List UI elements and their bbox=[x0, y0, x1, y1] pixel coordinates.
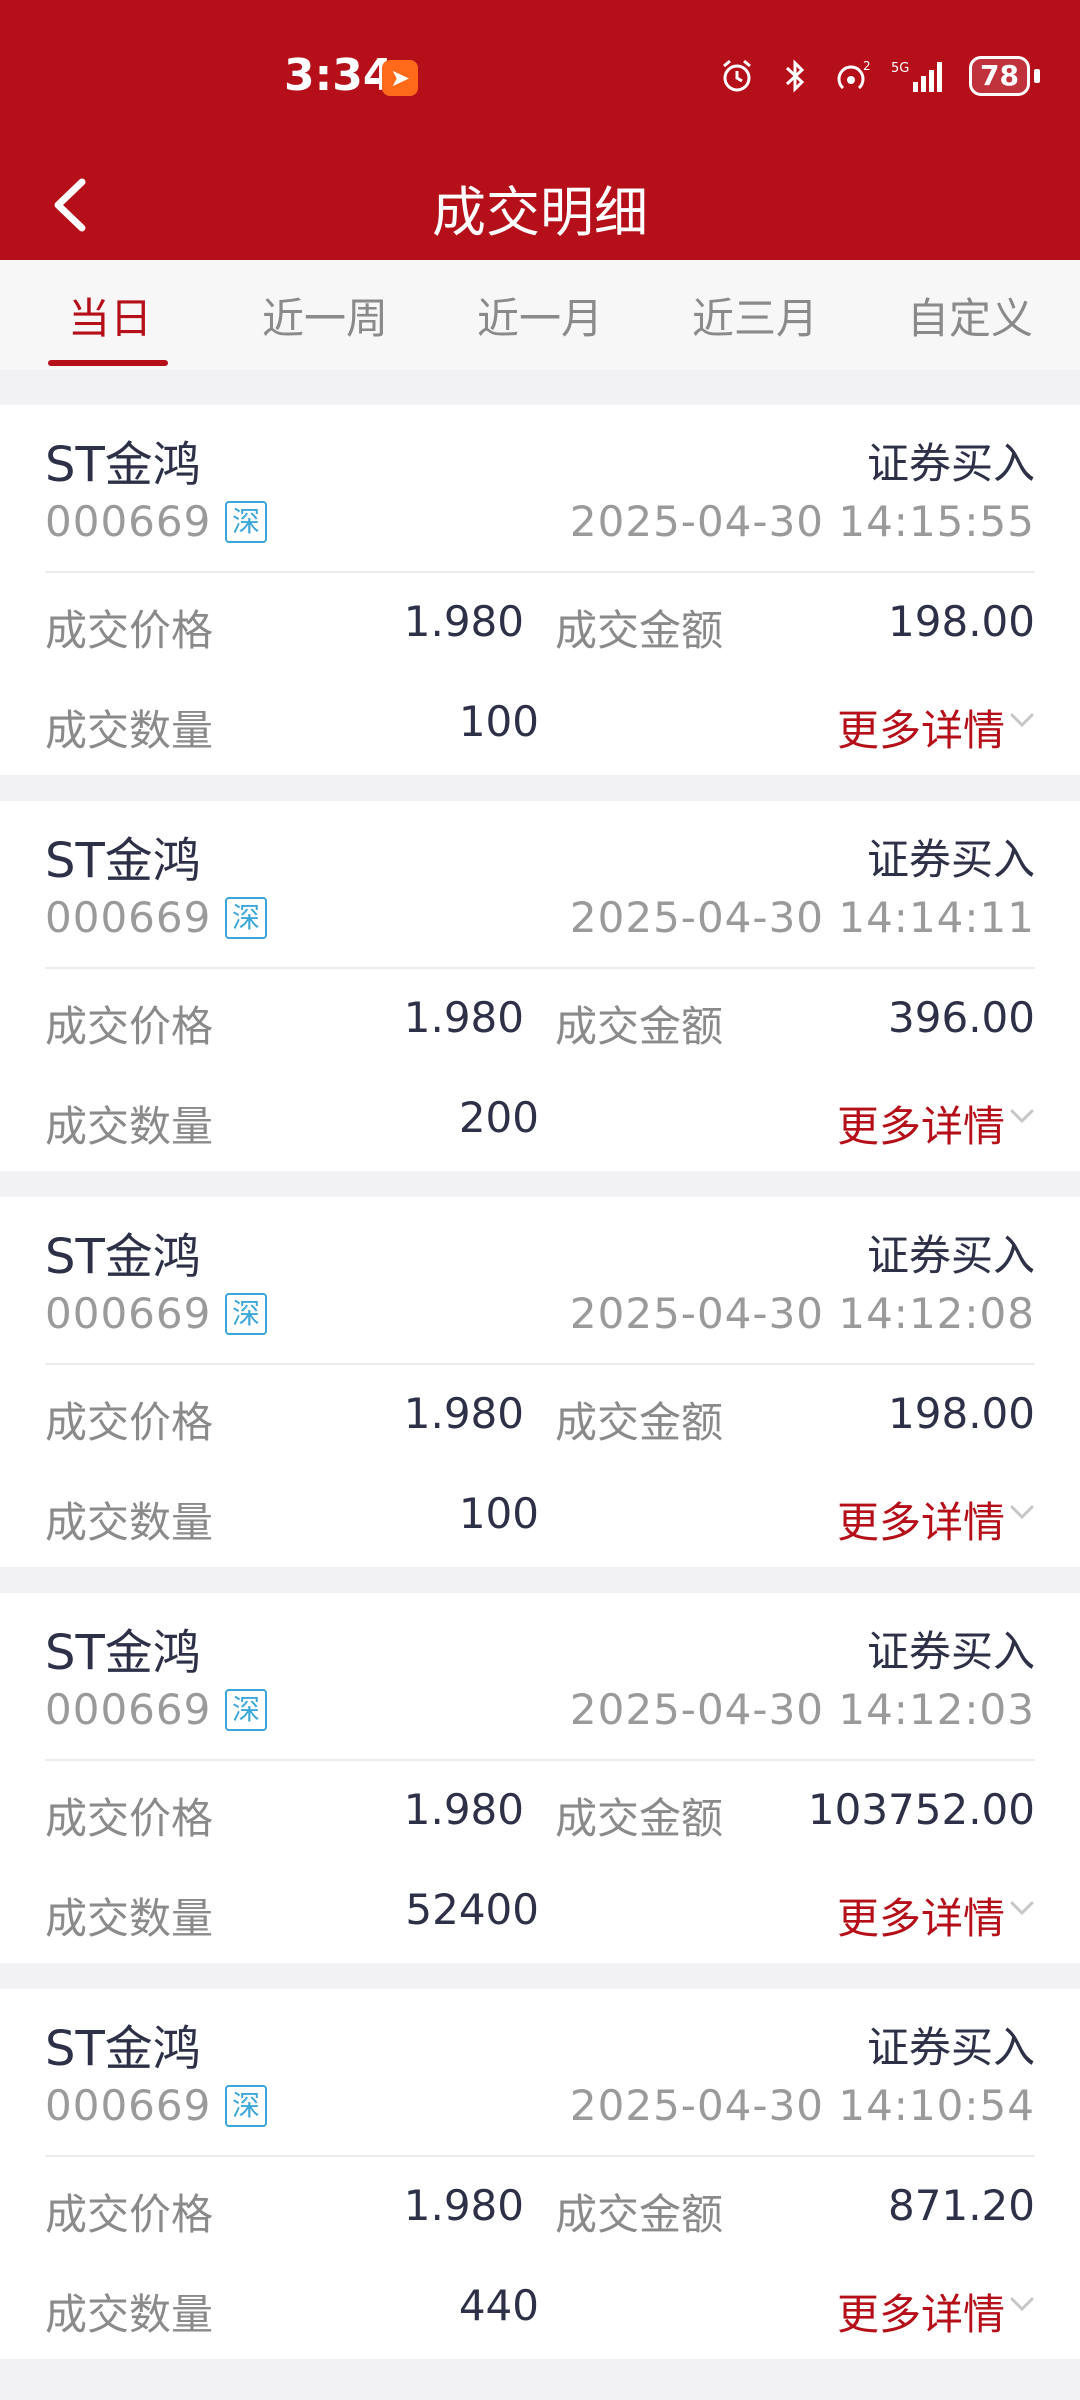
hotspot-icon: 2 bbox=[833, 56, 873, 96]
active-tab-indicator bbox=[48, 360, 168, 366]
tab-month[interactable]: 近一月 bbox=[465, 285, 615, 346]
card-divider bbox=[45, 571, 1035, 573]
divider bbox=[0, 370, 1080, 398]
more-details-link[interactable]: 更多详情 bbox=[837, 2281, 1005, 2342]
status-bar: 3:34 ➤ 2 5G 78 bbox=[0, 0, 1080, 160]
chevron-down-icon[interactable] bbox=[1004, 1893, 1040, 1923]
price-label: 成交价格 bbox=[45, 1794, 214, 1843]
header-bar: 3:34 ➤ 2 5G 78 成交明细 bbox=[0, 0, 1080, 260]
stock-code: 000669 bbox=[45, 497, 212, 546]
svg-text:2: 2 bbox=[863, 59, 871, 73]
quantity-value: 100 bbox=[458, 697, 539, 746]
battery-icon: 78 bbox=[969, 56, 1030, 96]
trade-card[interactable]: ST金鸿 000669 深 证券买入 2025-04-30 14:10:54 成… bbox=[0, 1989, 1080, 2359]
more-details-link[interactable]: 更多详情 bbox=[837, 1885, 1005, 1946]
amount-label: 成交金额 bbox=[555, 606, 724, 655]
chevron-down-icon[interactable] bbox=[1004, 705, 1040, 735]
app-notification-icon: ➤ bbox=[382, 60, 418, 96]
amount-label: 成交金额 bbox=[555, 1002, 724, 1051]
quantity-label: 成交数量 bbox=[45, 1498, 214, 1547]
stock-name: ST金鸿 bbox=[45, 833, 201, 889]
stock-code: 000669 bbox=[45, 1289, 212, 1338]
market-badge: 深 bbox=[225, 1293, 267, 1335]
network-type: 5G bbox=[891, 61, 909, 76]
market-badge: 深 bbox=[225, 1689, 267, 1731]
price-label: 成交价格 bbox=[45, 2190, 214, 2239]
page-title: 成交明细 bbox=[432, 181, 648, 244]
trade-type: 证券买入 bbox=[866, 1627, 1035, 1676]
chevron-down-icon[interactable] bbox=[1004, 2289, 1040, 2319]
stock-code: 000669 bbox=[45, 893, 212, 942]
price-value: 1.980 bbox=[403, 1785, 524, 1834]
chevron-down-icon[interactable] bbox=[1004, 1101, 1040, 1131]
quantity-value: 52400 bbox=[405, 1885, 539, 1934]
stock-code: 000669 bbox=[45, 2081, 212, 2130]
quantity-label: 成交数量 bbox=[45, 706, 214, 755]
trade-type: 证券买入 bbox=[866, 2023, 1035, 2072]
bluetooth-icon bbox=[775, 56, 815, 96]
amount-value: 396.00 bbox=[888, 993, 1035, 1042]
price-label: 成交价格 bbox=[45, 1002, 214, 1051]
trade-type: 证券买入 bbox=[866, 439, 1035, 488]
trade-time: 2025-04-30 14:12:03 bbox=[569, 1685, 1035, 1734]
quantity-label: 成交数量 bbox=[45, 1894, 214, 1943]
tab-custom[interactable]: 自定义 bbox=[895, 285, 1045, 346]
tab-week[interactable]: 近一周 bbox=[250, 285, 400, 346]
status-time: 3:34 bbox=[284, 50, 394, 101]
card-divider bbox=[45, 967, 1035, 969]
card-divider bbox=[45, 1363, 1035, 1365]
tab-today[interactable]: 当日 bbox=[40, 285, 180, 346]
trade-card[interactable]: ST金鸿 000669 深 证券买入 2025-04-30 14:14:11 成… bbox=[0, 801, 1080, 1171]
status-icons: 2 5G 78 bbox=[717, 56, 1040, 96]
more-details-link[interactable]: 更多详情 bbox=[837, 1093, 1005, 1154]
quantity-value: 440 bbox=[458, 2281, 539, 2330]
nav-bar: 成交明细 bbox=[0, 150, 1080, 260]
amount-value: 198.00 bbox=[888, 1389, 1035, 1438]
price-value: 1.980 bbox=[403, 1389, 524, 1438]
more-details-link[interactable]: 更多详情 bbox=[837, 697, 1005, 758]
stock-name: ST金鸿 bbox=[45, 437, 201, 493]
market-badge: 深 bbox=[225, 501, 267, 543]
card-divider bbox=[45, 2155, 1035, 2157]
trade-type: 证券买入 bbox=[866, 835, 1035, 884]
price-value: 1.980 bbox=[403, 993, 524, 1042]
trade-type: 证券买入 bbox=[866, 1231, 1035, 1280]
market-badge: 深 bbox=[225, 897, 267, 939]
stock-name: ST金鸿 bbox=[45, 1625, 201, 1681]
amount-value: 198.00 bbox=[888, 597, 1035, 646]
quantity-label: 成交数量 bbox=[45, 2290, 214, 2339]
quantity-value: 100 bbox=[458, 1489, 539, 1538]
trade-time: 2025-04-30 14:15:55 bbox=[569, 497, 1035, 546]
price-value: 1.980 bbox=[403, 2181, 524, 2230]
quantity-label: 成交数量 bbox=[45, 1102, 214, 1151]
trade-card[interactable]: ST金鸿 000669 深 证券买入 2025-04-30 14:12:03 成… bbox=[0, 1593, 1080, 1963]
market-badge: 深 bbox=[225, 2085, 267, 2127]
trade-time: 2025-04-30 14:14:11 bbox=[569, 893, 1035, 942]
stock-name: ST金鸿 bbox=[45, 1229, 201, 1285]
price-label: 成交价格 bbox=[45, 606, 214, 655]
tab-bar: 当日 近一周 近一月 近三月 自定义 bbox=[0, 260, 1080, 370]
price-label: 成交价格 bbox=[45, 1398, 214, 1447]
signal-icon: 5G bbox=[891, 56, 951, 96]
tab-three-months[interactable]: 近三月 bbox=[680, 285, 830, 346]
card-divider bbox=[45, 1759, 1035, 1761]
amount-value: 103752.00 bbox=[807, 1785, 1035, 1834]
amount-label: 成交金额 bbox=[555, 1794, 724, 1843]
quantity-value: 200 bbox=[458, 1093, 539, 1142]
amount-label: 成交金额 bbox=[555, 2190, 724, 2239]
trade-card[interactable]: ST金鸿 000669 深 证券买入 2025-04-30 14:15:55 成… bbox=[0, 405, 1080, 775]
price-value: 1.980 bbox=[403, 597, 524, 646]
amount-label: 成交金额 bbox=[555, 1398, 724, 1447]
alarm-icon bbox=[717, 56, 757, 96]
trade-time: 2025-04-30 14:12:08 bbox=[569, 1289, 1035, 1338]
stock-name: ST金鸿 bbox=[45, 2021, 201, 2077]
trade-time: 2025-04-30 14:10:54 bbox=[569, 2081, 1035, 2130]
trade-card[interactable]: ST金鸿 000669 深 证券买入 2025-04-30 14:12:08 成… bbox=[0, 1197, 1080, 1567]
chevron-down-icon[interactable] bbox=[1004, 1497, 1040, 1527]
stock-code: 000669 bbox=[45, 1685, 212, 1734]
more-details-link[interactable]: 更多详情 bbox=[837, 1489, 1005, 1550]
amount-value: 871.20 bbox=[888, 2181, 1035, 2230]
battery-tip bbox=[1034, 69, 1040, 83]
